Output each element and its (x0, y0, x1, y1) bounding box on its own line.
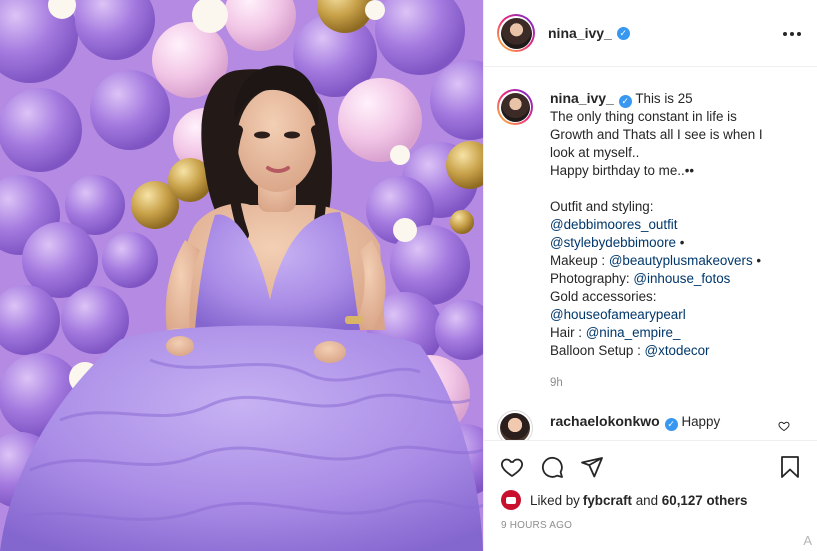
caption-text-segment: Photography: (550, 271, 634, 286)
verified-badge-icon: ✓ (664, 418, 678, 431)
caption-avatar[interactable] (497, 89, 533, 125)
commenter-username[interactable]: rachaelokonkwo (550, 413, 660, 429)
verified-badge-icon: ✓ (616, 26, 630, 40)
caption-line: nina_ivy_ ✓ This is 25 (550, 89, 800, 108)
post-time[interactable]: 9 HOURS AGO (501, 520, 572, 531)
caption-text: nina_ivy_ ✓ This is 25 The only thing con… (550, 89, 800, 392)
dot (797, 32, 801, 36)
caption-line: Photography: @inhouse_fotos (550, 270, 800, 288)
mention-link[interactable]: @beautyplusmakeovers (609, 253, 753, 268)
caption: nina_ivy_ ✓ This is 25 The only thing con… (497, 89, 807, 392)
comment-item: rachaelokonkwo ✓ Happy (497, 410, 807, 440)
caption-line: @debbimoores_outfit (550, 216, 800, 234)
caption-line: Balloon Setup : @xtodecor (550, 342, 800, 360)
header-username[interactable]: nina_ivy_ (548, 25, 612, 41)
post-photo[interactable] (0, 0, 483, 551)
mention-link[interactable]: @stylebydebbimoore (550, 235, 676, 250)
comments-area[interactable]: nina_ivy_ ✓ This is 25 The only thing con… (484, 68, 817, 440)
caption-text-segment: Hair : (550, 325, 586, 340)
caption-line: Makeup : @beautyplusmakeovers • (550, 252, 800, 270)
caption-line: look at myself.. (550, 145, 640, 160)
caption-text-segment: Balloon Setup : (550, 343, 645, 358)
caption-text-segment: • (676, 235, 685, 250)
avatar[interactable] (497, 14, 535, 52)
likes-prefix: Liked by (530, 492, 580, 508)
caption-timestamp[interactable]: 9h (550, 374, 800, 392)
commenter-avatar[interactable] (497, 410, 533, 440)
avatar-frame (499, 91, 531, 123)
likes-middle: and (632, 492, 662, 508)
comment-body: Happy (681, 414, 721, 429)
dot (790, 32, 794, 36)
avatar-frame (498, 411, 532, 440)
caption-line: Hair : @nina_empire_ (550, 324, 800, 342)
caption-line: @houseofamearypearl (550, 306, 800, 324)
post-actions: Liked by fybcraft and 60,127 others 9 HO… (484, 440, 817, 551)
mention-link[interactable]: @xtodecor (645, 343, 710, 358)
caption-line: Growth and Thats all I see is when I (550, 127, 763, 142)
avatar-image (500, 17, 532, 49)
caption-username[interactable]: nina_ivy_ (550, 90, 614, 106)
liker-avatar[interactable] (501, 490, 521, 510)
photo-illustration (0, 0, 483, 551)
post-header: nina_ivy_ ✓ (484, 0, 817, 67)
mention-link[interactable]: @nina_empire_ (586, 325, 681, 340)
like-comment-heart-icon[interactable] (778, 420, 790, 432)
share-icon[interactable] (580, 455, 604, 479)
caption-line: The only thing constant in life is (550, 109, 737, 124)
caption-text-segment: This is 25 (635, 91, 693, 106)
caption-line: Gold accessories: (550, 289, 657, 304)
avatar-image (500, 413, 530, 440)
mention-link[interactable]: @debbimoores_outfit (550, 217, 678, 232)
liker-avatar-mark (506, 496, 516, 504)
bookmark-icon[interactable] (778, 455, 802, 479)
avatar-image (500, 92, 530, 122)
dot (783, 32, 787, 36)
caption-line: Outfit and styling: (550, 199, 654, 214)
caption-text-segment: Makeup : (550, 253, 609, 268)
verified-badge-icon: ✓ (618, 95, 632, 108)
caption-text-segment: • (752, 253, 762, 268)
heart-icon[interactable] (500, 455, 524, 479)
more-options-icon[interactable] (782, 24, 802, 44)
corner-watermark: A (803, 533, 812, 548)
likes-count[interactable]: 60,127 others (662, 493, 748, 508)
comment-icon[interactable] (540, 455, 564, 479)
mention-link[interactable]: @houseofamearypearl (550, 307, 686, 322)
mention-link[interactable]: @inhouse_fotos (633, 271, 730, 286)
caption-line: Happy birthday to me..•• (550, 163, 695, 178)
liker-username[interactable]: fybcraft (583, 493, 632, 508)
likes-summary: Liked by fybcraft and 60,127 others (501, 490, 747, 510)
avatar-frame (499, 16, 533, 50)
caption-line: @stylebydebbimoore • (550, 234, 800, 252)
comment-text: rachaelokonkwo ✓ Happy (550, 410, 720, 440)
post-side-panel: nina_ivy_ ✓ nina_ivy_ ✓ This is 25 The on… (483, 0, 817, 551)
